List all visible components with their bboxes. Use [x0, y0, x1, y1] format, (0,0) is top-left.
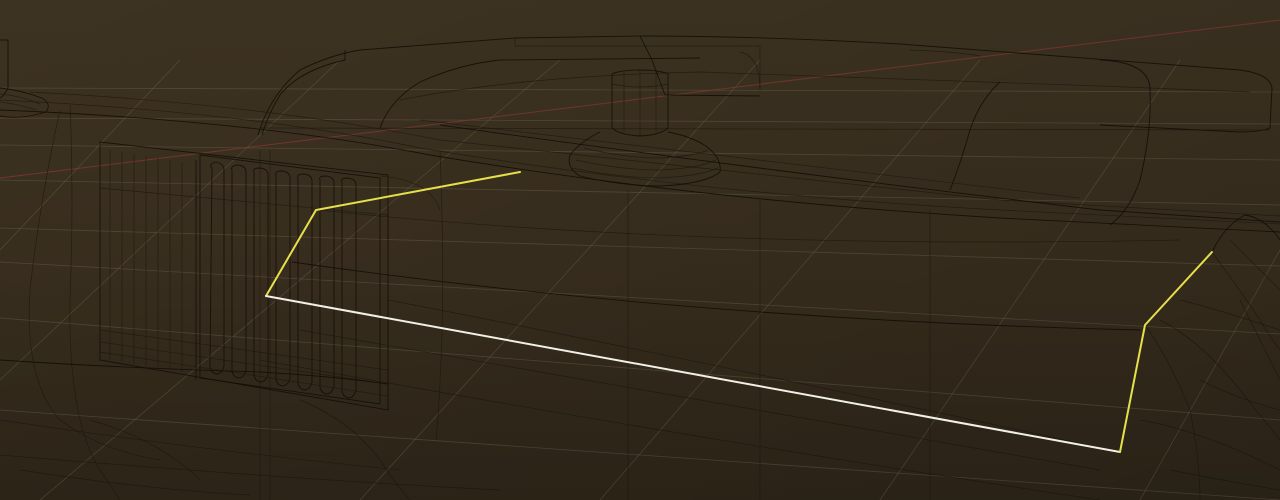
viewport-scene[interactable]: [0, 0, 1280, 500]
viewport-shade: [0, 0, 1280, 500]
3d-viewport[interactable]: [0, 0, 1280, 500]
